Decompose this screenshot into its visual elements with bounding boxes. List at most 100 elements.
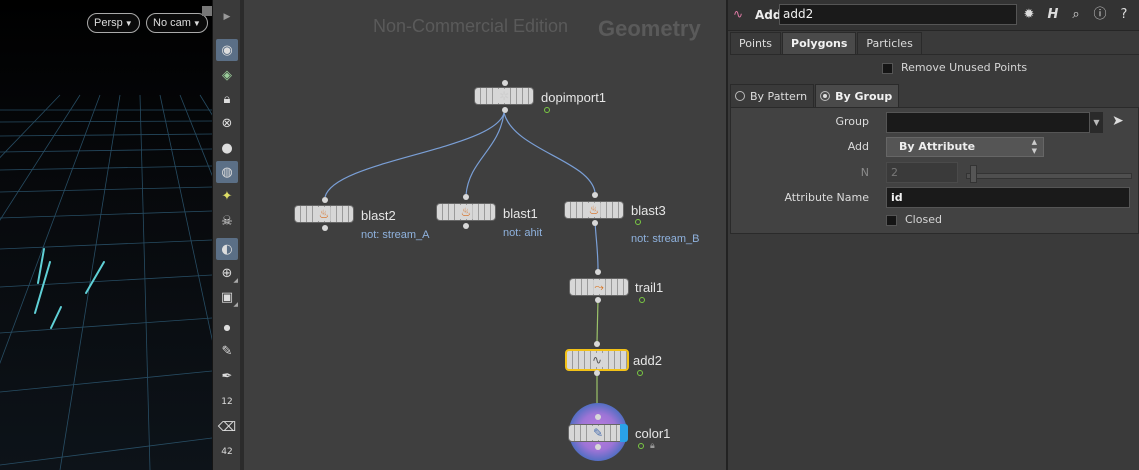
- eye-icon[interactable]: ◉: [216, 39, 238, 61]
- output-connector[interactable]: [594, 370, 600, 376]
- n-field[interactable]: 2: [886, 162, 958, 183]
- dop-import-icon: ✲: [497, 89, 511, 103]
- display-flag[interactable]: [620, 424, 628, 442]
- film-icon[interactable]: ◐: [216, 238, 238, 260]
- eraser-icon[interactable]: ⌫: [216, 416, 238, 438]
- shaded-eye-icon[interactable]: ◈: [216, 64, 238, 86]
- cursor-select-icon[interactable]: ➤: [1112, 113, 1124, 129]
- sphere-icon[interactable]: ●: [216, 137, 238, 159]
- operator-type-label: Add: [755, 8, 782, 22]
- houdini-h-icon[interactable]: H: [1044, 6, 1062, 24]
- n-slider-track[interactable]: [966, 173, 1132, 179]
- camera-select-label: No cam: [153, 17, 191, 29]
- node-comment: not: ahit: [503, 227, 543, 239]
- input-connector[interactable]: [595, 414, 601, 420]
- gear-icon[interactable]: ✹: [1020, 6, 1038, 24]
- lock-icon[interactable]: 🔒︎: [216, 88, 238, 110]
- skull-icon[interactable]: ☠: [216, 210, 238, 232]
- help-icon[interactable]: ?: [1115, 6, 1133, 24]
- node-tile[interactable]: ∿: [565, 349, 629, 371]
- camera-view-button[interactable]: Persp ▼: [87, 13, 140, 33]
- pen-icon[interactable]: ✒: [216, 365, 238, 387]
- input-connector[interactable]: [322, 197, 328, 203]
- output-connector[interactable]: [595, 297, 601, 303]
- blast-icon: ♨: [587, 203, 601, 217]
- brush-icon[interactable]: ✎: [216, 340, 238, 362]
- wire-dopimport1-blast2: [324, 112, 505, 198]
- remove-unused-points-checkbox[interactable]: [882, 63, 893, 74]
- node-name-field[interactable]: add2: [779, 4, 1017, 25]
- attribute-name-label: Attribute Name: [784, 191, 869, 204]
- bulb-small-icon[interactable]: ✦: [216, 185, 238, 207]
- info-icon[interactable]: ⓘ: [1091, 6, 1109, 24]
- input-connector[interactable]: [595, 269, 601, 275]
- camera-view-label: Persp: [94, 17, 123, 29]
- node-tile[interactable]: ♨: [294, 205, 354, 223]
- group-menu-button[interactable]: ▼: [1090, 112, 1103, 133]
- tab-polygons[interactable]: Polygons: [782, 32, 857, 54]
- closed-checkbox[interactable]: [886, 215, 897, 226]
- network-editor[interactable]: Non-Commercial Edition Geometry ✲ dopimp…: [244, 0, 726, 470]
- dot-icon[interactable]: ●: [216, 316, 238, 338]
- group-field[interactable]: [886, 112, 1090, 133]
- scene-viewport[interactable]: Persp ▼ No cam ▼: [0, 0, 212, 470]
- n-label: N: [860, 166, 869, 179]
- parameter-header: ∿ Add add2 ✹ H ⌕ ⓘ ?: [728, 0, 1139, 31]
- node-label: blast2: [361, 208, 396, 223]
- node-flag-ring: [637, 370, 643, 376]
- node-comment: not: stream_A: [361, 229, 430, 241]
- output-connector[interactable]: [595, 444, 601, 450]
- tab-points[interactable]: Points: [730, 32, 782, 54]
- bulb-icon[interactable]: ◍: [216, 161, 238, 183]
- camera-select-button[interactable]: No cam ▼: [146, 13, 208, 33]
- node-tile[interactable]: ⤳: [569, 278, 629, 296]
- input-connector[interactable]: [502, 80, 508, 86]
- display-toolbar: ▶ ◉ ◈ 🔒︎ ⊗ ● ◍ ✦ ☠ ◐ ⊕ ◢ ▣ ◢ ● ✎ ✒ 12 ⌫ 42: [212, 0, 242, 470]
- attribute-name-field[interactable]: id: [886, 187, 1130, 208]
- node-flag-ring: [639, 297, 645, 303]
- input-connector[interactable]: [594, 341, 600, 347]
- input-connector[interactable]: [463, 194, 469, 200]
- prims-number-icon[interactable]: 42: [216, 441, 238, 463]
- node-tile[interactable]: ♨: [564, 201, 624, 219]
- closed-label: Closed: [905, 213, 942, 226]
- mode-tabs: By Pattern By Group: [730, 84, 900, 107]
- node-tile[interactable]: ♨: [436, 203, 496, 221]
- color-icon: ✎: [591, 426, 605, 440]
- radio-selected-icon: [820, 91, 831, 101]
- close-circle-icon[interactable]: ⊗: [216, 112, 238, 134]
- by-group-panel: Group ▼ ➤ Add By Attribute ▲ ▼ N 2 Attrib…: [730, 107, 1139, 234]
- node-label: blast1: [503, 206, 538, 221]
- points-number-icon[interactable]: 12: [216, 391, 238, 413]
- tab-by-group[interactable]: By Group: [815, 84, 900, 107]
- output-connector[interactable]: [502, 107, 508, 113]
- output-connector[interactable]: [322, 225, 328, 231]
- toolbar-arrow-icon[interactable]: ▶: [216, 6, 238, 28]
- tab-by-pattern[interactable]: By Pattern: [730, 84, 815, 107]
- node-label: dopimport1: [541, 90, 607, 105]
- tab-particles[interactable]: Particles: [857, 32, 922, 54]
- lens-icon[interactable]: ⊕ ◢: [216, 262, 238, 285]
- input-connector[interactable]: [592, 192, 598, 198]
- node-tile[interactable]: ✎: [568, 424, 628, 442]
- lock-icon: 🔒︎: [650, 441, 655, 451]
- prims-number-label: 42: [221, 447, 233, 457]
- add-dropdown[interactable]: By Attribute ▲ ▼: [886, 137, 1044, 157]
- viewport-grid: [0, 94, 212, 470]
- node-tile[interactable]: ✲: [474, 87, 534, 105]
- node-flag-ring: [635, 219, 641, 225]
- chevron-down-icon: ▼: [192, 19, 201, 28]
- n-slider-knob[interactable]: [970, 165, 977, 183]
- viewport-corner-toggle[interactable]: [202, 6, 212, 16]
- output-connector[interactable]: [592, 220, 598, 226]
- camera-icon[interactable]: ▣ ◢: [216, 286, 238, 309]
- chevron-down-icon: ▼: [124, 19, 133, 28]
- group-label: Group: [835, 115, 870, 128]
- tab-by-group-label: By Group: [835, 89, 893, 103]
- tab-by-pattern-label: By Pattern: [750, 89, 808, 103]
- node-label: color1: [635, 426, 671, 441]
- output-connector[interactable]: [463, 223, 469, 229]
- search-icon[interactable]: ⌕: [1067, 6, 1085, 24]
- blast-icon: ♨: [459, 205, 473, 219]
- add-label: Add: [847, 140, 869, 153]
